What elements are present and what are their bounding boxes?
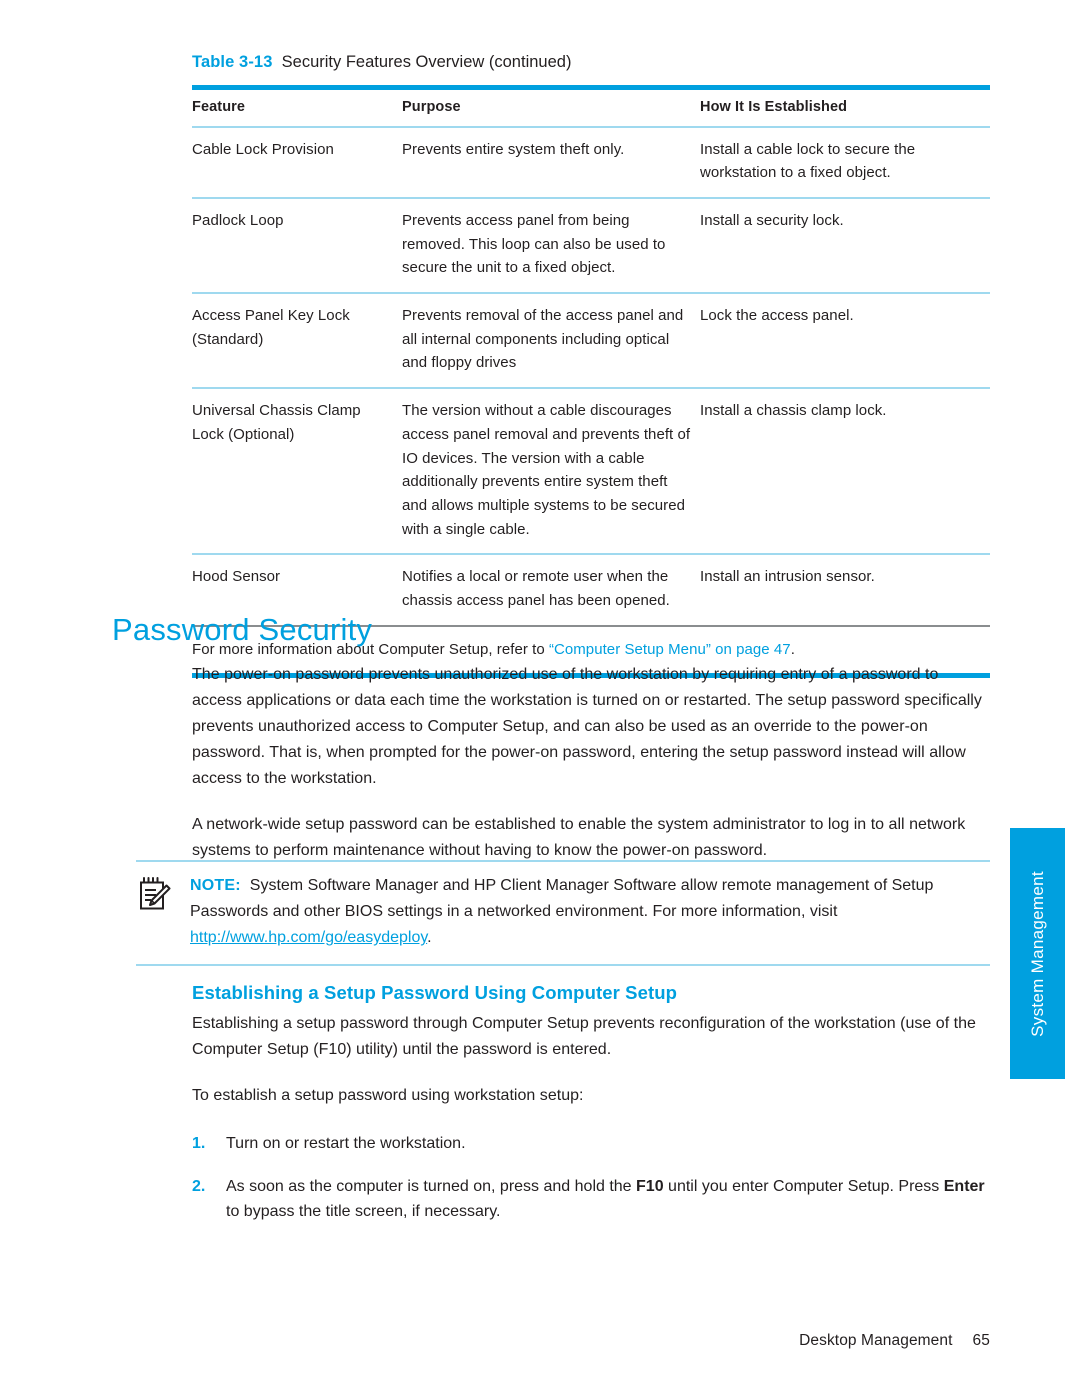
table-row: Padlock Loop Prevents access panel from …	[192, 198, 990, 295]
subsection-body: Establishing a Setup Password Using Comp…	[192, 982, 990, 1242]
note-pencil-icon	[138, 876, 172, 912]
setup-steps-list: 1. Turn on or restart the workstation. 2…	[192, 1131, 990, 1225]
note-text: NOTE: System Software Manager and HP Clie…	[190, 873, 990, 951]
cell-purpose: Prevents entire system theft only.	[402, 126, 700, 200]
step-text-fragment: As soon as the computer is turned on, pr…	[226, 1177, 637, 1195]
column-header-feature: Feature	[192, 89, 402, 128]
table-row: Universal Chassis Clamp Lock (Optional) …	[192, 388, 990, 556]
step-number: 1.	[192, 1135, 206, 1153]
cell-established: Install a chassis clamp lock.	[700, 388, 990, 556]
cell-feature: Access Panel Key Lock (Standard)	[192, 293, 402, 390]
section-paragraph-1: The power-on password prevents unauthori…	[192, 666, 982, 788]
note-text-before-url: System Software Manager and HP Client Ma…	[190, 877, 934, 921]
note-callout: NOTE: System Software Manager and HP Clie…	[136, 860, 990, 967]
cell-purpose: The version without a cable discourages …	[402, 388, 700, 556]
table-caption: Table 3-13 Security Features Overview (c…	[192, 52, 990, 73]
footnote-tail: .	[790, 640, 795, 658]
page-footer: Desktop Management 65	[0, 1332, 990, 1350]
column-header-established: How It Is Established	[700, 89, 990, 128]
cell-established: Lock the access panel.	[700, 293, 990, 390]
footer-page-number: 65	[972, 1332, 990, 1349]
cell-established: Install a cable lock to secure the works…	[700, 126, 990, 200]
step-text: Turn on or restart the workstation.	[226, 1135, 466, 1152]
security-features-table-block: Table 3-13 Security Features Overview (c…	[192, 52, 990, 679]
step-text-fragment: until you enter Computer Setup. Press	[663, 1177, 944, 1195]
table-caption-text: Security Features Overview (continued)	[281, 53, 572, 71]
step-text-fragment: Turn on or restart the workstation.	[226, 1135, 466, 1153]
cell-established: Install a security lock.	[700, 198, 990, 295]
subsection-paragraph-2: To establish a setup password using work…	[192, 1087, 584, 1105]
cell-purpose: Notifies a local or remote user when the…	[402, 554, 700, 627]
cell-purpose: Prevents access panel from being removed…	[402, 198, 700, 295]
table-caption-number: Table 3-13	[192, 53, 273, 71]
subsection-title: Establishing a Setup Password Using Comp…	[192, 982, 678, 1003]
key-label: Enter	[943, 1177, 985, 1195]
computer-setup-menu-link[interactable]: “Computer Setup Menu” on page 47	[549, 641, 791, 658]
column-header-purpose: Purpose	[402, 89, 700, 128]
cell-feature: Padlock Loop	[192, 198, 402, 295]
note-bottom-rule	[136, 964, 990, 967]
list-item: 1. Turn on or restart the workstation.	[192, 1131, 990, 1157]
step-text: As soon as the computer is turned on, pr…	[226, 1178, 985, 1221]
section-paragraph-2: A network-wide setup password can be est…	[192, 816, 966, 860]
cell-established: Install an intrusion sensor.	[700, 554, 990, 627]
security-features-table: Feature Purpose How It Is Established Ca…	[192, 89, 990, 674]
subsection-paragraph-1: Establishing a setup password through Co…	[192, 1015, 976, 1059]
note-text-after-url: .	[427, 929, 432, 947]
table-row: Access Panel Key Lock (Standard) Prevent…	[192, 293, 990, 390]
table-row: Cable Lock Provision Prevents entire sys…	[192, 126, 990, 200]
side-tab-system-management: System Management	[1010, 828, 1065, 1079]
section-body: The power-on password prevents unauthori…	[192, 662, 990, 865]
footer-chapter: Desktop Management	[799, 1332, 953, 1349]
key-label: F10	[636, 1177, 664, 1195]
easydeploy-url-link[interactable]: http://www.hp.com/go/easydeploy	[190, 929, 427, 946]
table-header-row: Feature Purpose How It Is Established	[192, 89, 990, 128]
cell-purpose: Prevents removal of the access panel and…	[402, 293, 700, 390]
side-tab-label: System Management	[1027, 870, 1047, 1037]
cell-feature: Universal Chassis Clamp Lock (Optional)	[192, 388, 402, 556]
document-page: Table 3-13 Security Features Overview (c…	[0, 0, 1080, 1397]
cell-feature: Cable Lock Provision	[192, 126, 402, 200]
page-title: Password Security	[112, 612, 373, 647]
step-text-fragment: to bypass the title screen, if necessary…	[226, 1203, 501, 1221]
list-item: 2. As soon as the computer is turned on,…	[192, 1174, 990, 1225]
note-label: NOTE:	[190, 877, 241, 894]
step-number: 2.	[192, 1177, 206, 1195]
